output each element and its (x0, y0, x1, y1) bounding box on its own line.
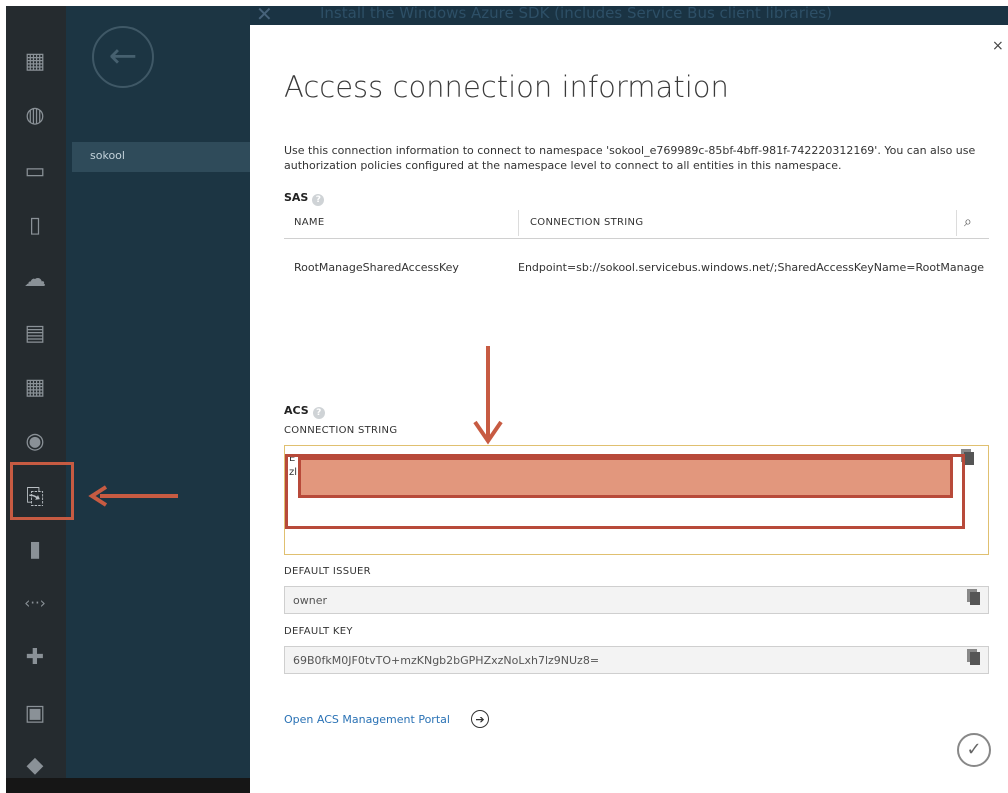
copy-icon[interactable] (964, 452, 974, 465)
diamond-icon[interactable]: ◆ (18, 748, 52, 782)
service-bus-highlight (10, 462, 74, 520)
back-arrow-icon[interactable]: ← (92, 26, 154, 88)
code-icon[interactable]: ‹··› (18, 586, 52, 620)
nav-item-label: sokool (90, 149, 125, 162)
copy-icon[interactable] (970, 592, 980, 605)
annotation-arrow-left (88, 485, 178, 507)
nav-item-sokool[interactable]: sokool (72, 142, 250, 172)
default-issuer-value: owner (293, 594, 327, 607)
sas-label: SAS? (284, 191, 325, 206)
media-icon[interactable]: ◉ (18, 424, 52, 458)
help-icon[interactable]: ? (312, 194, 325, 206)
connection-string-label: CONNECTION STRING (284, 425, 398, 436)
portal-top-strip: ✕ Install the Windows Azure SDK (include… (250, 6, 1008, 25)
monitor-icon[interactable]: ▭ (18, 154, 52, 188)
copy-icon[interactable] (970, 652, 980, 665)
annotation-redaction-box (298, 457, 953, 498)
sas-row-connection-string[interactable]: Endpoint=sb://sokool.servicebus.windows.… (518, 261, 990, 274)
dialog-title: Access connection information (284, 70, 729, 104)
default-issuer-label: DEFAULT ISSUER (284, 566, 371, 577)
open-acs-portal-link[interactable]: Open ACS Management Portal (284, 713, 450, 726)
table-icon[interactable]: ▦ (18, 370, 52, 404)
column-header-name[interactable]: NAME (294, 217, 324, 228)
column-header-connection-string[interactable]: CONNECTION STRING (530, 217, 643, 228)
acs-label: ACS? (284, 404, 325, 419)
column-divider (956, 210, 957, 236)
default-key-value: 69B0fkM0JF0tvTO+mzKNgb2bGPHZxzNoLxh7lz9N… (293, 654, 600, 667)
acs-label-text: ACS (284, 404, 309, 417)
portal-left-rail: ▦ ◍ ▭ ▯ ☁ ▤ ▦ ◉ ⎘ ▮ ‹··› ✚ ▣ ◆ (6, 6, 66, 778)
ok-checkmark-button[interactable]: ✓ (957, 733, 991, 767)
azure-logo-icon: ✕ (256, 6, 273, 25)
cloud-icon[interactable]: ☁ (18, 262, 52, 296)
help-icon[interactable]: ? (312, 407, 325, 419)
sas-table-header: NAME CONNECTION STRING ⌕ (284, 208, 989, 239)
close-button[interactable]: × (992, 38, 1004, 54)
mobile-icon[interactable]: ▯ (18, 208, 52, 242)
column-divider (518, 210, 519, 236)
globe-icon[interactable]: ◍ (18, 98, 52, 132)
database-icon[interactable]: ▤ (18, 316, 52, 350)
sas-label-text: SAS (284, 191, 309, 204)
default-issuer-field[interactable]: owner (284, 586, 989, 614)
grid-icon[interactable]: ▦ (18, 44, 52, 78)
arrow-right-icon[interactable]: ➔ (471, 710, 489, 728)
default-key-field[interactable]: 69B0fkM0JF0tvTO+mzKNgb2bGPHZxzNoLxh7lz9N… (284, 646, 989, 674)
storage-icon[interactable]: ▮ (18, 532, 52, 566)
store-icon[interactable]: ▣ (18, 696, 52, 730)
top-strip-text: Install the Windows Azure SDK (includes … (320, 6, 832, 22)
sas-row-name[interactable]: RootManageSharedAccessKey (294, 261, 509, 274)
network-icon[interactable]: ✚ (18, 640, 52, 674)
dialog-description: Use this connection information to conne… (284, 144, 976, 172)
search-icon[interactable]: ⌕ (964, 214, 972, 230)
portal-nav-area: ← sokool (66, 6, 250, 778)
default-key-label: DEFAULT KEY (284, 626, 353, 637)
annotation-arrow-down (473, 346, 503, 445)
portal-bottom-bar (6, 778, 250, 793)
